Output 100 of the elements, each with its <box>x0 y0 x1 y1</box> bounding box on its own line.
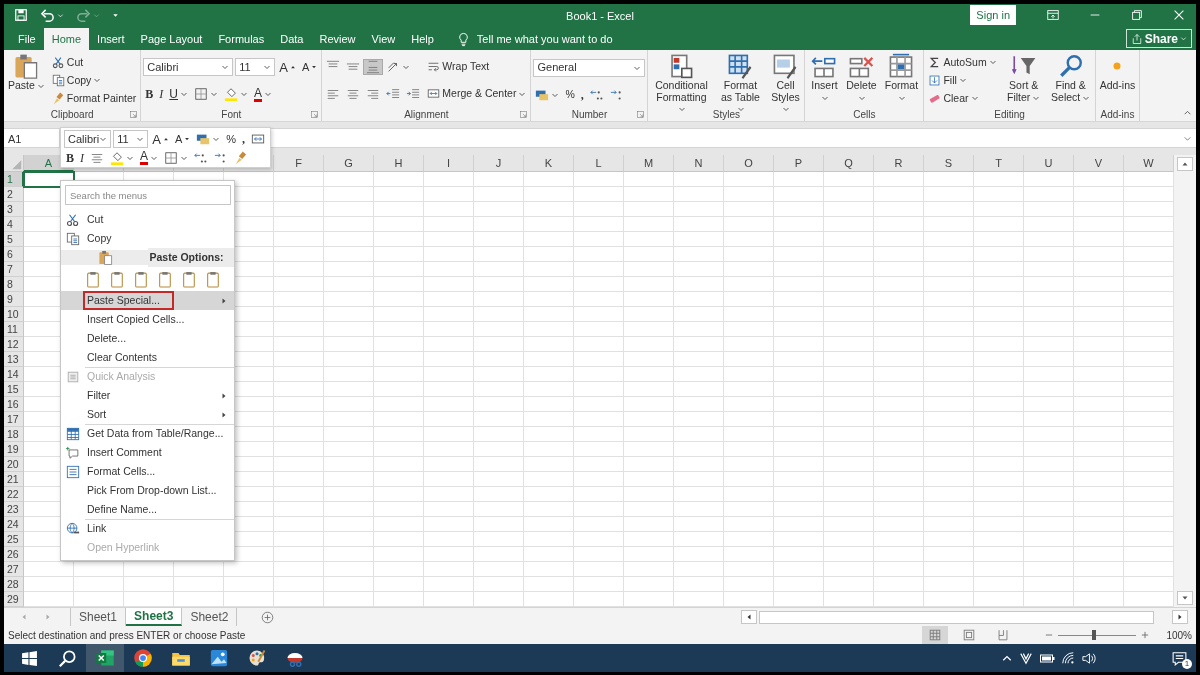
scroll-down-button[interactable] <box>1177 591 1193 605</box>
menu-item[interactable]: Format Cells... <box>61 462 234 481</box>
insert-button[interactable]: Insert <box>807 53 842 107</box>
column-header[interactable]: N <box>674 155 724 172</box>
fill-color-button[interactable] <box>108 150 136 165</box>
dialog-launcher-icon[interactable] <box>636 110 646 119</box>
number-format-field[interactable]: General <box>533 58 646 77</box>
cell-styles-button[interactable]: Cell Styles <box>768 53 803 107</box>
horizontal-scrollbar[interactable] <box>759 610 1154 624</box>
paste-option-icon[interactable] <box>181 270 198 288</box>
conditional-formatting-button[interactable]: Conditional Formatting <box>650 53 713 107</box>
column-header[interactable]: K <box>524 155 574 172</box>
menu-item[interactable]: Delete... <box>61 329 234 348</box>
fill-button[interactable]: Fill <box>926 73 969 87</box>
paste-option-icon[interactable] <box>133 270 150 288</box>
comma-button[interactable]: , <box>578 88 586 101</box>
menu-item[interactable]: Copy <box>61 229 234 248</box>
paste-option-icon[interactable] <box>109 270 126 288</box>
font-color-button[interactable]: A <box>252 86 274 102</box>
row-header[interactable]: 16 <box>4 397 24 412</box>
delete-button[interactable]: Delete <box>844 53 879 107</box>
row-header[interactable]: 8 <box>4 277 24 292</box>
format-painter-button[interactable]: Format Painter <box>49 91 139 105</box>
font-name-field[interactable]: Calibri <box>143 58 234 77</box>
clear-button[interactable]: Clear <box>926 91 981 105</box>
format-button[interactable]: Format <box>881 53 922 107</box>
menu-item[interactable]: Insert Copied Cells... <box>61 310 234 329</box>
collapse-ribbon-icon[interactable] <box>1183 108 1192 117</box>
row-header[interactable]: 7 <box>4 262 24 277</box>
merge-center-button[interactable] <box>249 132 267 146</box>
v-logo-icon[interactable] <box>1019 651 1033 665</box>
share-button[interactable]: Share <box>1125 29 1192 48</box>
search-field[interactable]: Search the menus <box>65 185 231 205</box>
add-ins-button[interactable]: Add-ins <box>1097 53 1138 107</box>
font-size-field[interactable]: 11 <box>113 130 149 148</box>
paste-option-icon[interactable] <box>205 270 222 288</box>
notification-button[interactable]: 1 <box>1168 647 1190 669</box>
row-header[interactable]: 19 <box>4 442 24 457</box>
row-header[interactable]: 10 <box>4 307 24 322</box>
row-header[interactable]: 15 <box>4 382 24 397</box>
row-header[interactable]: 13 <box>4 352 24 367</box>
column-header[interactable]: S <box>924 155 974 172</box>
column-header[interactable]: R <box>874 155 924 172</box>
undo-button[interactable] <box>38 7 66 23</box>
ribbon-tab[interactable]: View <box>363 28 404 50</box>
row-header[interactable]: 12 <box>4 337 24 352</box>
column-header[interactable]: O <box>724 155 774 172</box>
row-header[interactable]: 6 <box>4 247 24 262</box>
scroll-left-icon[interactable] <box>20 613 28 621</box>
add-sheet-icon[interactable] <box>261 610 275 624</box>
cut-button[interactable]: Cut <box>49 55 86 69</box>
row-header[interactable]: 3 <box>4 202 24 217</box>
increase-font-button[interactable]: A <box>150 132 171 146</box>
menu-item[interactable]: Cut <box>61 210 234 229</box>
scroll-right-button[interactable] <box>1172 610 1188 624</box>
decrease-font-button[interactable]: A <box>300 61 320 73</box>
wifi-icon[interactable] <box>1061 651 1075 665</box>
sign-in-button[interactable]: Sign in <box>970 4 1016 26</box>
row-header[interactable]: 28 <box>4 577 24 592</box>
menu-item[interactable]: Sort <box>61 405 234 424</box>
font-color-button[interactable]: A <box>138 150 161 165</box>
tell-me-field[interactable]: Tell me what you want to do <box>476 30 627 48</box>
wrap-text-button[interactable]: Wrap Text <box>425 60 492 73</box>
ribbon-tab[interactable]: Review <box>311 28 364 50</box>
decrease-font-button[interactable]: A <box>172 133 193 145</box>
column-header[interactable]: F <box>274 155 324 172</box>
bold-button[interactable]: B <box>143 88 156 101</box>
row-header[interactable]: 23 <box>4 502 24 517</box>
paste-option-icon[interactable] <box>157 270 174 288</box>
fill-color-button[interactable] <box>222 87 250 102</box>
font-size-field[interactable]: 11 <box>235 58 276 77</box>
dialog-launcher-icon[interactable] <box>310 110 320 119</box>
ribbon-tab[interactable]: Page Layout <box>132 28 211 50</box>
column-header[interactable]: U <box>1024 155 1074 172</box>
dialog-launcher-icon[interactable] <box>129 110 139 119</box>
zoom-in-icon[interactable] <box>1140 630 1151 640</box>
column-header[interactable]: P <box>774 155 824 172</box>
ribbon-display-button[interactable] <box>1044 8 1062 22</box>
ribbon-tab[interactable]: File <box>10 28 44 50</box>
row-header[interactable]: 17 <box>4 412 24 427</box>
menu-item[interactable]: Pick From Drop-down List... <box>61 481 234 500</box>
autosum-button[interactable]: AutoSum <box>926 55 999 69</box>
column-header[interactable]: T <box>974 155 1024 172</box>
dialog-launcher-icon[interactable] <box>519 110 529 119</box>
column-header[interactable]: M <box>624 155 674 172</box>
percent-button[interactable]: % <box>563 89 577 100</box>
underline-button[interactable]: U <box>167 88 190 101</box>
format-as-table-button[interactable]: Format as Table <box>715 53 766 107</box>
row-header[interactable]: 11 <box>4 322 24 337</box>
ribbon-tab[interactable]: Home <box>43 28 90 50</box>
ribbon-tab[interactable]: Data <box>272 28 312 50</box>
row-header[interactable]: 14 <box>4 367 24 382</box>
column-header[interactable]: V <box>1074 155 1124 172</box>
percent-button[interactable]: % <box>224 133 238 145</box>
menu-item[interactable]: Define Name... <box>61 500 234 519</box>
ribbon-tab[interactable]: Help <box>403 28 442 50</box>
slider-thumb[interactable] <box>1091 630 1096 640</box>
find-select-button[interactable]: Find & Select <box>1048 53 1093 107</box>
row-header[interactable]: 26 <box>4 547 24 562</box>
column-header[interactable]: I <box>424 155 474 172</box>
